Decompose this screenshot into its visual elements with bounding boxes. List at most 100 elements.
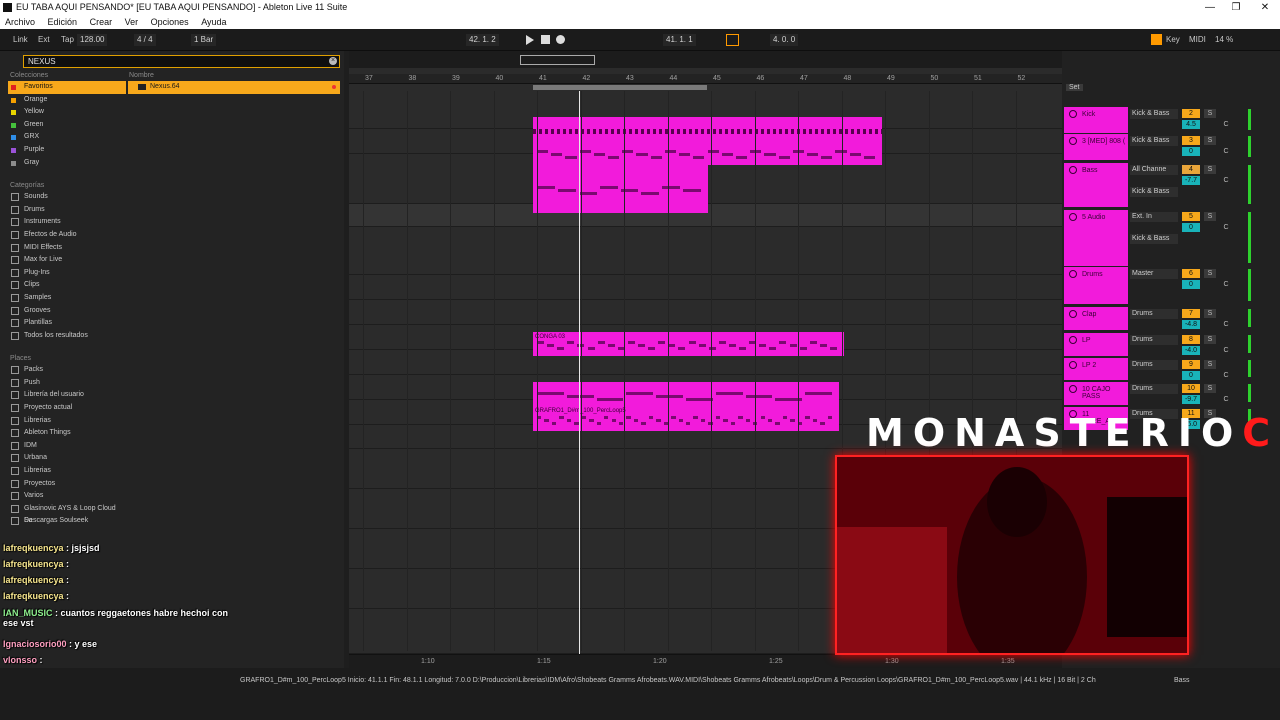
category-item[interactable]: Plantillas xyxy=(8,317,126,330)
pan-center[interactable]: C xyxy=(1220,395,1232,404)
category-item[interactable]: Grooves xyxy=(8,305,126,318)
loop-brace[interactable] xyxy=(533,85,707,90)
solo-button[interactable]: S xyxy=(1204,309,1216,318)
track-header[interactable]: 3 [MED] 808 ( xyxy=(1064,134,1128,160)
volume-field[interactable]: -4.8 xyxy=(1182,320,1200,329)
category-item[interactable]: Efectos de Audio xyxy=(8,229,126,242)
solo-button[interactable]: S xyxy=(1204,335,1216,344)
place-item[interactable]: Descargas Soulseek xyxy=(8,515,126,528)
track-number[interactable]: 7 xyxy=(1182,309,1200,318)
category-item[interactable]: Sounds xyxy=(8,191,126,204)
tempo-field[interactable]: 128.00 xyxy=(77,34,108,46)
browser-search-input[interactable]: NEXUS × xyxy=(23,55,340,68)
pan-center[interactable]: C xyxy=(1220,176,1232,185)
track-number[interactable]: 6 xyxy=(1182,269,1200,278)
track-header[interactable]: Bass xyxy=(1064,163,1128,207)
track-header[interactable]: LP 2 xyxy=(1064,358,1128,380)
collection-favoritos[interactable]: Favoritos xyxy=(8,81,126,94)
restore-icon[interactable]: ❐ xyxy=(1222,0,1250,15)
track-header[interactable]: Kick xyxy=(1064,107,1128,133)
volume-field[interactable]: 0 xyxy=(1182,280,1200,289)
overview-window[interactable] xyxy=(520,55,595,65)
midi-map-button[interactable]: MIDI xyxy=(1189,35,1206,44)
track-number[interactable]: 5 xyxy=(1182,212,1200,221)
time-signature-field[interactable]: 4 / 4 xyxy=(134,34,156,46)
track-number[interactable]: 3 xyxy=(1182,136,1200,145)
collection-gray[interactable]: Gray xyxy=(8,157,126,170)
category-item[interactable]: Samples xyxy=(8,292,126,305)
key-map-button[interactable]: Key xyxy=(1166,35,1180,44)
track-header[interactable]: 10 CAJO PASS xyxy=(1064,382,1128,405)
output-routing-2[interactable]: Kick & Bass xyxy=(1130,187,1178,197)
fold-icon[interactable] xyxy=(1069,270,1077,278)
pan-center[interactable]: C xyxy=(1220,346,1232,355)
loop-toggle-icon[interactable] xyxy=(726,34,739,46)
track-number[interactable]: 8 xyxy=(1182,335,1200,344)
track-header[interactable]: 5 Audio xyxy=(1064,210,1128,266)
category-item[interactable]: Plug-Ins xyxy=(8,267,126,280)
key-map-icon[interactable] xyxy=(1151,34,1162,45)
pan-center[interactable]: C xyxy=(1220,320,1232,329)
quantization-menu[interactable]: 1 Bar xyxy=(191,34,217,46)
solo-button[interactable]: S xyxy=(1204,269,1216,278)
track-number[interactable]: 2 xyxy=(1182,109,1200,118)
output-routing[interactable]: All Channe xyxy=(1130,165,1178,175)
place-item[interactable]: Proyecto actual xyxy=(8,402,126,415)
volume-field[interactable]: -4.0 xyxy=(1182,346,1200,355)
solo-button[interactable]: S xyxy=(1204,109,1216,118)
fold-icon[interactable] xyxy=(1069,110,1077,118)
tap-button[interactable]: Tap xyxy=(61,35,74,44)
track-lane[interactable] xyxy=(349,227,1062,275)
menu-archivo[interactable]: Archivo xyxy=(0,17,40,27)
collection-purple[interactable]: Purple xyxy=(8,144,126,157)
track-header[interactable]: Clap xyxy=(1064,307,1128,330)
clip-808[interactable] xyxy=(533,140,882,165)
collection-orange[interactable]: Orange xyxy=(8,94,126,107)
pan-center[interactable]: C xyxy=(1220,280,1232,289)
pan-center[interactable]: C xyxy=(1220,371,1232,380)
play-icon[interactable] xyxy=(526,35,534,45)
output-routing-2[interactable]: Kick & Bass xyxy=(1130,234,1178,244)
output-routing[interactable]: Drums xyxy=(1130,384,1178,394)
menu-opciones[interactable]: Opciones xyxy=(146,17,194,27)
track-number[interactable]: 9 xyxy=(1182,360,1200,369)
volume-field[interactable]: 0 xyxy=(1182,371,1200,380)
output-routing[interactable]: Kick & Bass xyxy=(1130,109,1178,119)
close-icon[interactable]: ✕ xyxy=(1251,0,1279,15)
track-lane[interactable] xyxy=(349,275,1062,300)
minimize-icon[interactable]: — xyxy=(1196,0,1224,15)
place-item[interactable]: IDM xyxy=(8,440,126,453)
beat-ruler[interactable]: 37 38 39 40 41 42 43 44 45 46 47 48 49 50 51 52 xyxy=(349,74,1062,84)
place-item[interactable]: Varios xyxy=(8,490,126,503)
volume-field[interactable]: -9.7 xyxy=(1182,395,1200,404)
track-header[interactable]: Drums xyxy=(1064,267,1128,304)
output-routing[interactable]: Drums xyxy=(1130,309,1178,319)
category-item[interactable]: Todos los resultados xyxy=(8,330,126,343)
place-item[interactable]: Librería del usuario xyxy=(8,389,126,402)
place-item[interactable]: Urbana xyxy=(8,452,126,465)
arrangement-position[interactable]: 42. 1. 2 xyxy=(466,34,499,46)
fold-icon[interactable] xyxy=(1069,361,1077,369)
menu-ayuda[interactable]: Ayuda xyxy=(196,17,231,27)
place-item[interactable]: Librerias xyxy=(8,415,126,428)
place-item[interactable]: Glasinovic AYS & Loop Cloud Sa xyxy=(8,503,126,524)
volume-field[interactable]: 4.5 xyxy=(1182,120,1200,129)
fold-icon[interactable] xyxy=(1069,166,1077,174)
output-routing[interactable]: Drums xyxy=(1130,335,1178,345)
place-item[interactable]: Ableton Things xyxy=(8,427,126,440)
volume-field[interactable]: 0 xyxy=(1182,147,1200,156)
output-routing[interactable]: Ext. In xyxy=(1130,212,1178,222)
pan-center[interactable]: C xyxy=(1220,223,1232,232)
place-item[interactable]: Packs xyxy=(8,364,126,377)
solo-button[interactable]: S xyxy=(1204,384,1216,393)
output-routing[interactable]: Drums xyxy=(1130,360,1178,370)
category-item[interactable]: Max for Live xyxy=(8,254,126,267)
menu-edicion[interactable]: Edición xyxy=(43,17,83,27)
place-item[interactable]: Proyectos xyxy=(8,478,126,491)
solo-button[interactable]: S xyxy=(1204,360,1216,369)
collection-grx[interactable]: GRX xyxy=(8,131,126,144)
volume-field[interactable]: -7.7 xyxy=(1182,176,1200,185)
loop-length-field[interactable]: 4. 0. 0 xyxy=(770,34,799,46)
track-number[interactable]: 10 xyxy=(1182,384,1200,393)
collection-green[interactable]: Green xyxy=(8,119,126,132)
